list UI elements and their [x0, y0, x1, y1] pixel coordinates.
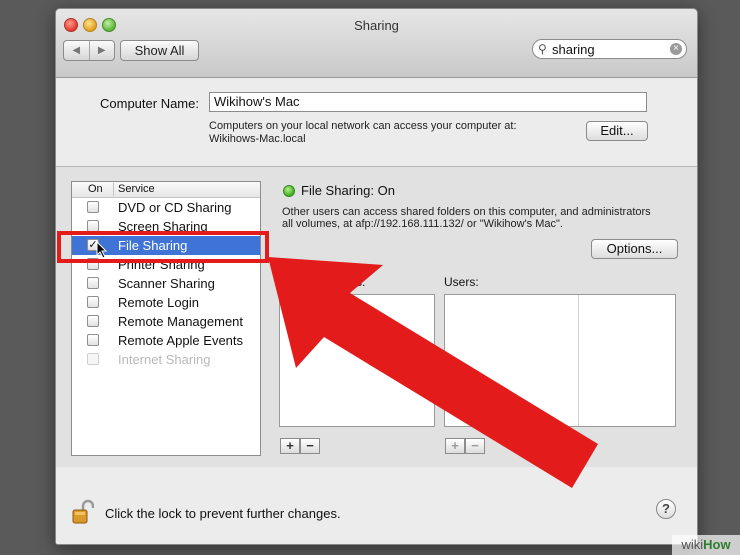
forward-button[interactable]: ▶	[88, 41, 115, 60]
service-checkbox[interactable]	[87, 277, 99, 289]
shared-folders-list[interactable]	[279, 294, 435, 427]
add-shared-folder-button[interactable]: +	[280, 438, 300, 454]
unlocked-lock-icon[interactable]	[72, 499, 94, 525]
service-row-dvd[interactable]: DVD or CD Sharing	[72, 198, 260, 217]
clear-search-icon[interactable]: ×	[670, 43, 682, 55]
service-label: DVD or CD Sharing	[118, 200, 232, 215]
users-label: Users:	[444, 275, 479, 289]
edit-button[interactable]: Edit...	[586, 121, 648, 141]
remove-shared-folder-button[interactable]: −	[300, 438, 320, 454]
watermark-how: How	[703, 537, 731, 552]
options-button[interactable]: Options...	[591, 239, 678, 259]
service-label: Scanner Sharing	[118, 276, 215, 291]
window-title: Sharing	[354, 18, 399, 33]
toolbar: Sharing ◀ ▶ Show All ⚲ sharing ×	[56, 9, 697, 78]
service-checkbox[interactable]	[87, 315, 99, 327]
service-label: Internet Sharing	[118, 352, 211, 367]
service-checkbox[interactable]	[87, 220, 99, 232]
wikihow-watermark: wikiHow	[672, 535, 740, 555]
search-input[interactable]: sharing	[552, 42, 595, 57]
service-checkbox[interactable]	[87, 201, 99, 213]
file-sharing-description: Other users can access shared folders on…	[282, 206, 682, 230]
service-label: Remote Apple Events	[118, 333, 244, 348]
watermark-wiki: wiki	[681, 537, 704, 552]
computer-name-label: Computer Name:	[100, 96, 199, 111]
service-label: Remote Login	[118, 295, 199, 310]
description-line-2: all volumes, at afp://192.168.111.132/ o…	[282, 218, 563, 230]
status-indicator-icon	[283, 185, 295, 197]
sharing-window: Sharing ◀ ▶ Show All ⚲ sharing × Compute…	[55, 8, 698, 545]
service-label: Remote Management	[118, 314, 244, 329]
search-icon: ⚲	[538, 42, 547, 56]
service-row-remote-apple-events[interactable]: Remote Apple Events	[72, 331, 260, 350]
column-header-on[interactable]: On	[72, 183, 112, 195]
service-row-remote-login[interactable]: Remote Login	[72, 293, 260, 312]
service-checkbox[interactable]	[87, 334, 99, 346]
service-checkbox[interactable]	[87, 296, 99, 308]
remove-user-button[interactable]: −	[465, 438, 485, 454]
show-all-button[interactable]: Show All	[120, 40, 199, 61]
service-label: Screen Sharing	[118, 219, 208, 234]
status-text: File Sharing: On	[301, 183, 395, 198]
service-checkbox[interactable]	[87, 353, 99, 365]
lock-message: Click the lock to prevent further change…	[105, 506, 341, 521]
shared-folders-label: Shared Folders:	[280, 275, 366, 289]
service-list-header: On Service	[72, 182, 260, 198]
computer-name-input[interactable]: Wikihow's Mac	[209, 92, 647, 112]
mouse-pointer-icon	[96, 241, 108, 259]
description-line-1: Other users can access shared folders on…	[282, 206, 651, 218]
service-row-scanner[interactable]: Scanner Sharing	[72, 274, 260, 293]
service-row-remote-management[interactable]: Remote Management	[72, 312, 260, 331]
users-list[interactable]	[444, 294, 676, 427]
help-button[interactable]: ?	[656, 499, 676, 519]
service-label: File Sharing	[118, 238, 188, 253]
service-list: On Service DVD or CD Sharing Screen Shar…	[71, 181, 261, 456]
service-row-screen[interactable]: Screen Sharing	[72, 217, 260, 236]
service-row-internet-sharing[interactable]: Internet Sharing	[72, 350, 260, 369]
note-line-2: Wikihows-Mac.local	[209, 133, 306, 145]
computer-name-note: Computers on your local network can acce…	[209, 120, 589, 146]
nav-buttons: ◀ ▶	[63, 40, 115, 61]
service-checkbox[interactable]	[87, 258, 99, 270]
column-header-service[interactable]: Service	[113, 183, 155, 196]
users-column-divider	[578, 295, 579, 426]
note-line-1: Computers on your local network can acce…	[209, 120, 517, 132]
service-label: Printer Sharing	[118, 257, 205, 272]
search-field[interactable]: ⚲ sharing ×	[532, 39, 687, 59]
add-user-button[interactable]: +	[445, 438, 465, 454]
back-button[interactable]: ◀	[64, 41, 89, 60]
